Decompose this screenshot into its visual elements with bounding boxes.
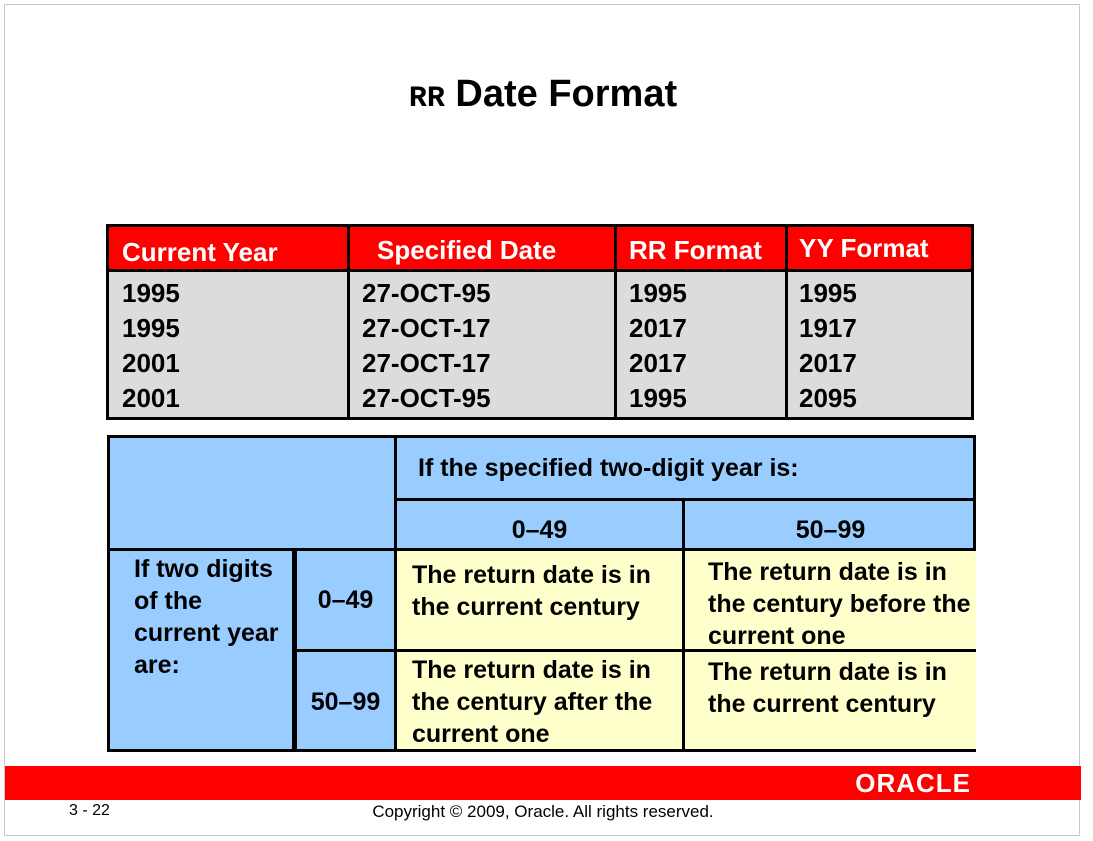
cell-current-year: 1995 bbox=[122, 278, 180, 308]
rr-yy-comparison-table: Current Year Specified Date RR Format YY… bbox=[106, 224, 974, 420]
copyright-notice: Copyright © 2009, Oracle. All rights res… bbox=[372, 802, 714, 821]
row-range-high: 50–99 bbox=[310, 688, 381, 716]
col-range-low: 0–49 bbox=[511, 516, 568, 544]
header-current-year: Current Year bbox=[122, 237, 278, 267]
result-cell: The return date is in the century before… bbox=[708, 558, 971, 650]
oracle-logo: ORACLE bbox=[855, 768, 971, 798]
cell-specified-date: 27-OCT-95 bbox=[362, 278, 491, 308]
cell-rr-format: 2017 bbox=[629, 313, 687, 343]
cell-specified-date: 27-OCT-17 bbox=[362, 313, 491, 343]
cell-specified-date: 27-OCT-17 bbox=[362, 348, 491, 378]
cell-yy-format: 1995 bbox=[799, 278, 857, 308]
result-cell: The return date is in the century after … bbox=[412, 656, 653, 748]
top-header: If the specified two-digit year is: bbox=[418, 454, 799, 482]
row-header: If two digits of the current year are: bbox=[134, 555, 279, 679]
divider bbox=[394, 438, 397, 749]
column-divider bbox=[785, 227, 788, 417]
cell-yy-format: 1917 bbox=[799, 313, 857, 343]
header-specified-date: Specified Date bbox=[377, 235, 557, 265]
cell-yy-format: 2095 bbox=[799, 383, 857, 413]
title-text: Date Format bbox=[455, 73, 678, 115]
slide-title: RR Date Format bbox=[5, 73, 1081, 116]
footer-bar: ORACLE bbox=[5, 766, 1081, 800]
header-rr-format: RR Format bbox=[629, 235, 762, 265]
cell-yy-format: 2017 bbox=[799, 348, 857, 378]
row-range-low: 0–49 bbox=[317, 586, 374, 614]
rr-rules-table: If the specified two-digit year is: 0–49… bbox=[107, 435, 976, 752]
column-divider bbox=[347, 227, 350, 417]
result-cell: The return date is in the current centur… bbox=[412, 561, 651, 621]
cell-current-year: 2001 bbox=[122, 383, 180, 413]
col-range-high: 50–99 bbox=[795, 516, 866, 544]
cell-specified-date: 27-OCT-95 bbox=[362, 383, 491, 413]
column-divider bbox=[614, 227, 617, 417]
slide: RR Date Format Current Year Specified Da… bbox=[4, 4, 1081, 836]
cell-rr-format: 2017 bbox=[629, 348, 687, 378]
result-cell: The return date is in the current centur… bbox=[708, 658, 947, 718]
cell-current-year: 2001 bbox=[122, 348, 180, 378]
header-yy-format: YY Format bbox=[799, 233, 929, 263]
cell-rr-format: 1995 bbox=[629, 383, 687, 413]
divider bbox=[397, 498, 976, 501]
title-code: RR bbox=[408, 82, 445, 116]
divider bbox=[110, 548, 976, 551]
cell-current-year: 1995 bbox=[122, 313, 180, 343]
cell-rr-format: 1995 bbox=[629, 278, 687, 308]
